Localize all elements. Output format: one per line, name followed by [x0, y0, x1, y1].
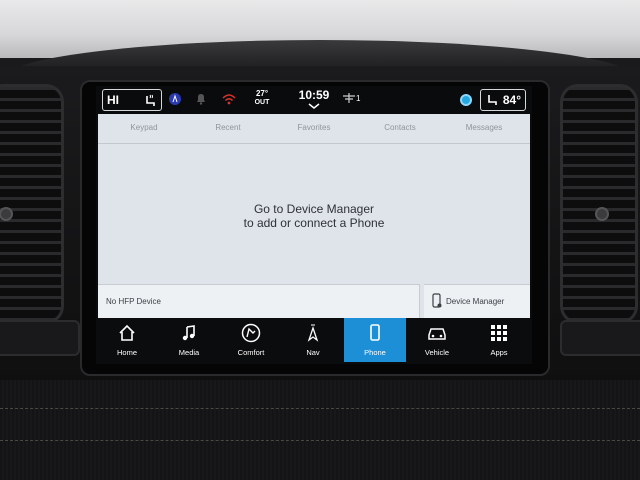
driver-temp-label: HI [107, 93, 119, 107]
right-air-vent [560, 84, 638, 324]
music-note-icon [182, 325, 195, 341]
left-trim [0, 320, 80, 356]
nav-navigation[interactable]: Nav [282, 318, 344, 362]
passenger-climate-button[interactable]: 84° [480, 89, 526, 111]
phone-icon [370, 324, 380, 341]
home-icon [119, 324, 135, 341]
seat-heat-right-icon [488, 95, 497, 105]
status-bar: HI 27° OUT 10:59 1 84° [96, 86, 532, 114]
nav-vehicle[interactable]: Vehicle [406, 318, 468, 362]
nav-media[interactable]: Media [158, 318, 220, 362]
comfort-icon [241, 323, 261, 343]
device-manager-label: Device Manager [446, 297, 505, 306]
infotainment-screen: HI 27° OUT 10:59 1 84° Keypad Recent Fav… [96, 86, 532, 364]
alexa-icon[interactable] [460, 94, 472, 106]
nav-phone[interactable]: Phone [344, 318, 406, 362]
tab-keypad[interactable]: Keypad [104, 123, 184, 132]
message-line-2: to add or connect a Phone [243, 216, 385, 230]
connect-phone-message: Go to Device Manager to add or connect a… [98, 202, 530, 230]
nav-comfort[interactable]: Comfort [220, 318, 282, 362]
outside-temperature: 27° OUT [250, 89, 274, 107]
driver-climate-button[interactable]: HI [102, 89, 162, 111]
apps-grid-icon [491, 325, 507, 341]
bottom-nav-bar: Home Media Comfort Nav Phone Vehicle App… [96, 318, 532, 364]
driver-assist-icon [169, 93, 181, 105]
fan-speed: 1 [356, 94, 361, 103]
fan-icon[interactable] [342, 93, 356, 103]
navigation-arrow-icon [307, 324, 319, 342]
vent-knob [0, 207, 13, 221]
nav-label: Nav [306, 348, 320, 357]
nav-home[interactable]: Home [96, 318, 158, 362]
device-manager-button[interactable]: Device Manager [424, 284, 530, 318]
hfp-status: No HFP Device [98, 284, 420, 318]
hfp-status-label: No HFP Device [106, 297, 161, 306]
nav-label: Phone [364, 348, 386, 357]
phone-tabs: Keypad Recent Favorites Contacts Message… [98, 114, 530, 144]
right-trim [560, 320, 640, 356]
wifi-icon [222, 94, 236, 105]
chevron-down-icon[interactable] [308, 103, 320, 109]
vent-knob [595, 207, 609, 221]
outside-temp-value: 27° [255, 89, 269, 98]
nav-label: Vehicle [424, 348, 450, 357]
tab-favorites[interactable]: Favorites [274, 123, 354, 132]
car-icon [428, 328, 446, 340]
notification-bell-icon[interactable] [194, 92, 208, 106]
nav-apps[interactable]: Apps [468, 318, 530, 362]
phone-panel: Keypad Recent Favorites Contacts Message… [98, 114, 530, 318]
dash-leather [0, 380, 640, 480]
nav-label: Media [178, 348, 200, 357]
stitching [0, 408, 640, 409]
nav-label: Apps [490, 348, 508, 357]
phone-device-icon [432, 293, 442, 308]
nav-label: Comfort [237, 348, 265, 357]
passenger-temp-label: 84° [502, 93, 521, 107]
left-air-vent [0, 84, 64, 324]
nav-label: Home [116, 348, 137, 357]
tab-contacts[interactable]: Contacts [360, 123, 440, 132]
tab-messages[interactable]: Messages [444, 123, 524, 132]
tab-recent[interactable]: Recent [188, 123, 268, 132]
stitching [0, 440, 640, 441]
clock[interactable]: 10:59 [296, 88, 332, 102]
phone-bottom-row: No HFP Device Device Manager [98, 284, 530, 318]
outside-temp-label: OUT [254, 99, 270, 106]
message-line-1: Go to Device Manager [253, 202, 375, 216]
seat-heat-icon [146, 94, 155, 106]
